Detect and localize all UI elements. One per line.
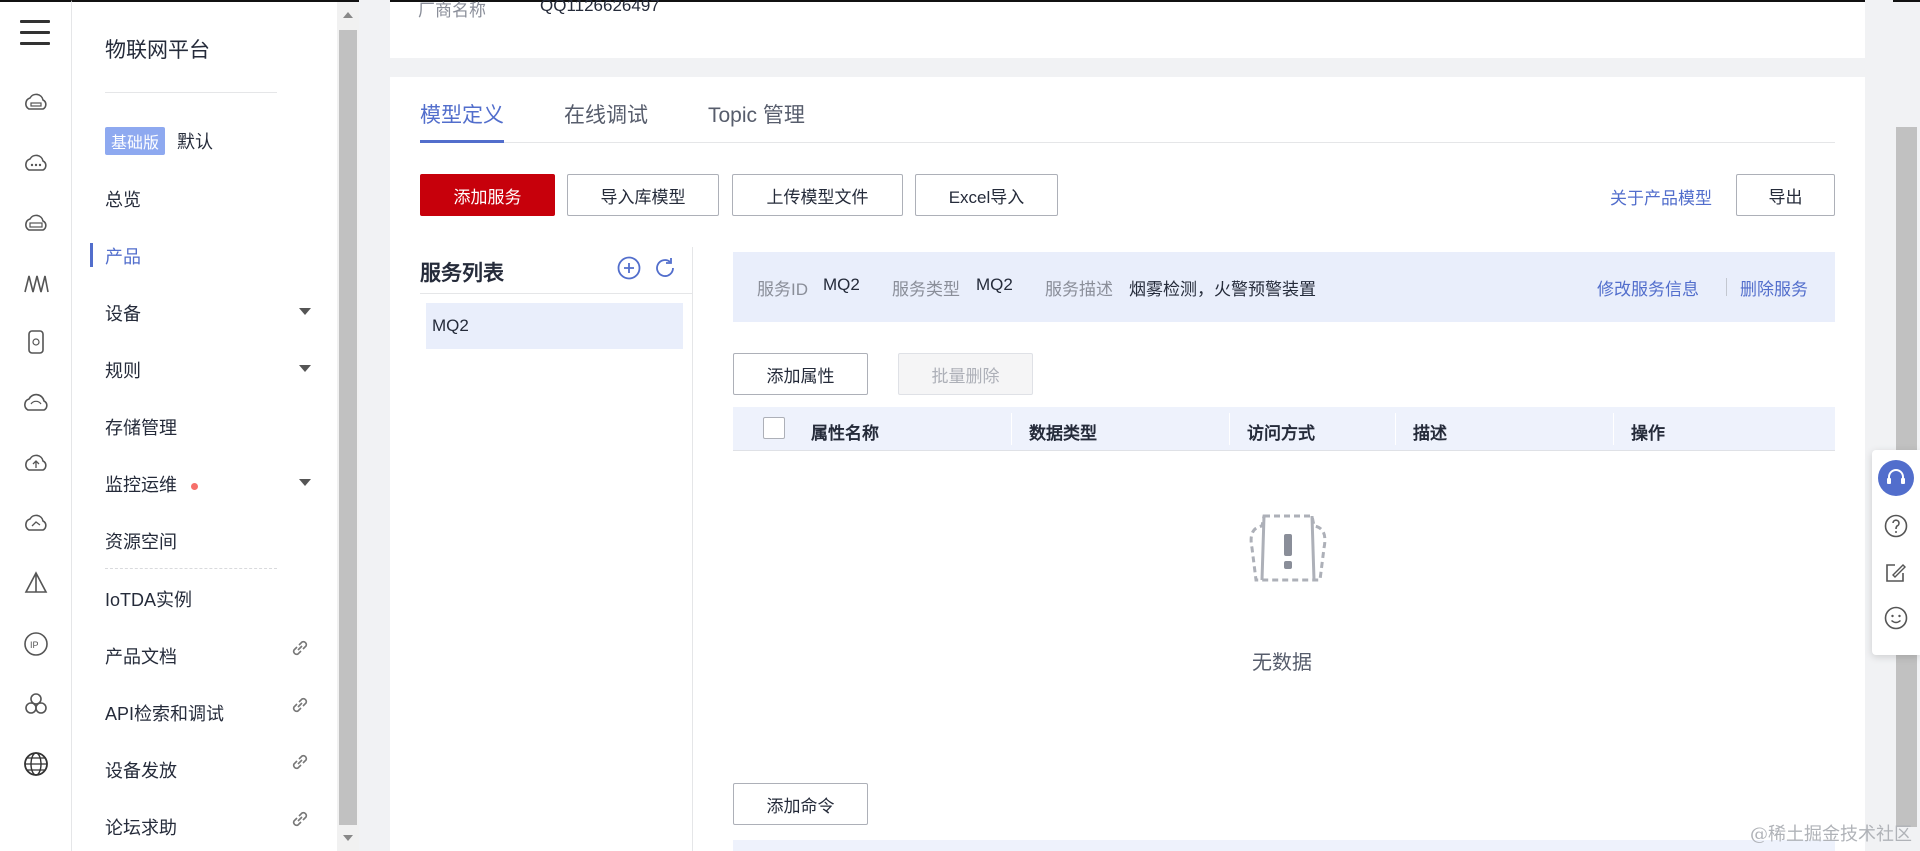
add-command-button[interactable]: 添加命令 [733, 783, 868, 825]
edition-badge: 基础版 [105, 127, 166, 155]
globe-icon[interactable] [22, 750, 50, 778]
service-desc-label: 服务描述 [1045, 280, 1113, 299]
service-id-value: MQ2 [823, 275, 860, 294]
tab-model-definition[interactable]: 模型定义 [420, 99, 504, 143]
add-service-button[interactable]: 添加服务 [420, 174, 555, 216]
external-link-icon[interactable] [290, 638, 310, 658]
service-list-item[interactable]: MQ2 [426, 303, 683, 349]
batch-delete-button: 批量删除 [898, 353, 1033, 395]
product-info-card: 厂商名称 QQ1126626497 [390, 0, 1865, 58]
device-icon[interactable] [22, 328, 50, 356]
nav-item-product[interactable]: 产品 [105, 243, 325, 269]
select-all-checkbox[interactable] [763, 417, 785, 439]
service-list-title: 服务列表 [420, 262, 504, 285]
manufacturer-label: 厂商名称 [418, 1, 486, 20]
scroll-down-arrow-icon[interactable] [343, 835, 353, 841]
smiley-feedback-icon[interactable] [1878, 600, 1914, 636]
commands-table-header [733, 840, 1835, 851]
platform-title: 物联网平台 [105, 39, 210, 62]
cloud-monitor-icon[interactable] [22, 510, 50, 538]
cluster-icon[interactable] [22, 690, 50, 718]
column-divider [1613, 413, 1614, 445]
service-list-panel: 服务列表 MQ2 [420, 247, 693, 851]
active-indicator [90, 243, 93, 267]
divider [1726, 278, 1727, 296]
divider [420, 293, 693, 294]
service-desc-value: 烟雾检测，火警预警装置 [1129, 280, 1316, 299]
edit-service-link[interactable]: 修改服务信息 [1597, 275, 1699, 300]
column-divider [1395, 413, 1396, 445]
column-divider [1229, 413, 1230, 445]
column-header: 操作 [1631, 424, 1665, 443]
delete-service-link[interactable]: 删除服务 [1740, 275, 1808, 300]
empty-data-text: 无数据 [1252, 652, 1312, 674]
chevron-down-icon[interactable] [299, 308, 311, 315]
manufacturer-value: QQ1126626497 [540, 0, 660, 15]
service-info-bar: 服务ID MQ2 服务类型 MQ2 服务描述 烟雾检测，火警预警装置 修改服务信… [733, 252, 1835, 322]
icon-rail: IP [0, 0, 72, 851]
chevron-down-icon[interactable] [299, 479, 311, 486]
tab-topic-management[interactable]: Topic 管理 [708, 99, 805, 143]
service-id-label: 服务ID [757, 280, 808, 299]
floating-toolbar [1872, 450, 1920, 655]
nav-item-overview[interactable]: 总览 [105, 186, 325, 212]
nav-item-iotda-instance[interactable]: IoTDA实例 [105, 586, 325, 612]
nav-item-monitoring[interactable]: 监控运维 [105, 471, 325, 497]
export-button[interactable]: 导出 [1736, 174, 1835, 216]
excel-import-button[interactable]: Excel导入 [915, 174, 1058, 216]
chevron-down-icon[interactable] [299, 365, 311, 372]
cloud-server-icon[interactable] [22, 90, 50, 118]
tab-online-debug[interactable]: 在线调试 [564, 99, 648, 143]
watermark: @稀土掘金技术社区 [1750, 824, 1912, 845]
nav-item-device[interactable]: 设备 [105, 300, 325, 326]
upload-model-file-button[interactable]: 上传模型文件 [732, 174, 903, 216]
empty-data-icon [1249, 514, 1327, 582]
page-scrollbar[interactable] [1893, 0, 1920, 851]
column-header[interactable]: 属性名称 [811, 419, 879, 444]
nav-item-label: 监控运维 [105, 475, 177, 495]
column-header[interactable]: 访问方式 [1247, 419, 1315, 444]
properties-table-header: 属性名称 数据类型 访问方式 描述 操作 [733, 407, 1835, 451]
about-product-model-link[interactable]: 关于产品模型 [1610, 184, 1712, 209]
cloud-storage-icon[interactable] [22, 210, 50, 238]
column-divider [1011, 413, 1012, 445]
side-nav: 物联网平台 基础版 默认 总览 产品 设备 规则 存储管理 监控运维 资源空间 … [72, 0, 337, 851]
ip-icon[interactable]: IP [22, 630, 50, 658]
help-icon[interactable] [1878, 508, 1914, 544]
refresh-icon[interactable] [652, 255, 678, 281]
cloud-upload-icon[interactable] [22, 450, 50, 478]
customer-service-icon[interactable] [1878, 460, 1914, 496]
waveform-icon[interactable] [22, 270, 50, 298]
add-property-button[interactable]: 添加属性 [733, 353, 868, 395]
nav-item-rules[interactable]: 规则 [105, 357, 325, 383]
external-link-icon[interactable] [290, 752, 310, 772]
svg-text:IP: IP [30, 640, 39, 650]
cloud-network-icon[interactable] [22, 390, 50, 418]
scrollbar-thumb[interactable] [339, 30, 357, 825]
nav-item-storage[interactable]: 存储管理 [105, 414, 325, 440]
tab-bar: 模型定义 在线调试 Topic 管理 [420, 99, 1835, 143]
scroll-up-arrow-icon[interactable] [343, 12, 353, 18]
status-dot [191, 482, 198, 490]
divider [105, 568, 277, 569]
pyramid-icon[interactable] [22, 570, 50, 598]
external-link-icon[interactable] [290, 695, 310, 715]
service-type-value: MQ2 [976, 275, 1013, 294]
external-link-icon[interactable] [290, 809, 310, 829]
feedback-edit-icon[interactable] [1878, 554, 1914, 590]
service-type-label: 服务类型 [892, 280, 960, 299]
cloud-more-icon[interactable] [22, 150, 50, 178]
column-header[interactable]: 数据类型 [1029, 419, 1097, 444]
column-header[interactable]: 描述 [1413, 419, 1447, 444]
sidebar-scrollbar[interactable] [337, 0, 359, 851]
edition-name[interactable]: 默认 [177, 128, 213, 154]
add-circle-icon[interactable] [616, 255, 642, 281]
nav-item-resource-space[interactable]: 资源空间 [105, 528, 325, 554]
model-definition-card: 模型定义 在线调试 Topic 管理 添加服务 导入库模型 上传模型文件 Exc… [390, 77, 1865, 851]
divider [105, 92, 277, 93]
hamburger-menu-icon[interactable] [20, 20, 50, 53]
import-library-model-button[interactable]: 导入库模型 [567, 174, 719, 216]
